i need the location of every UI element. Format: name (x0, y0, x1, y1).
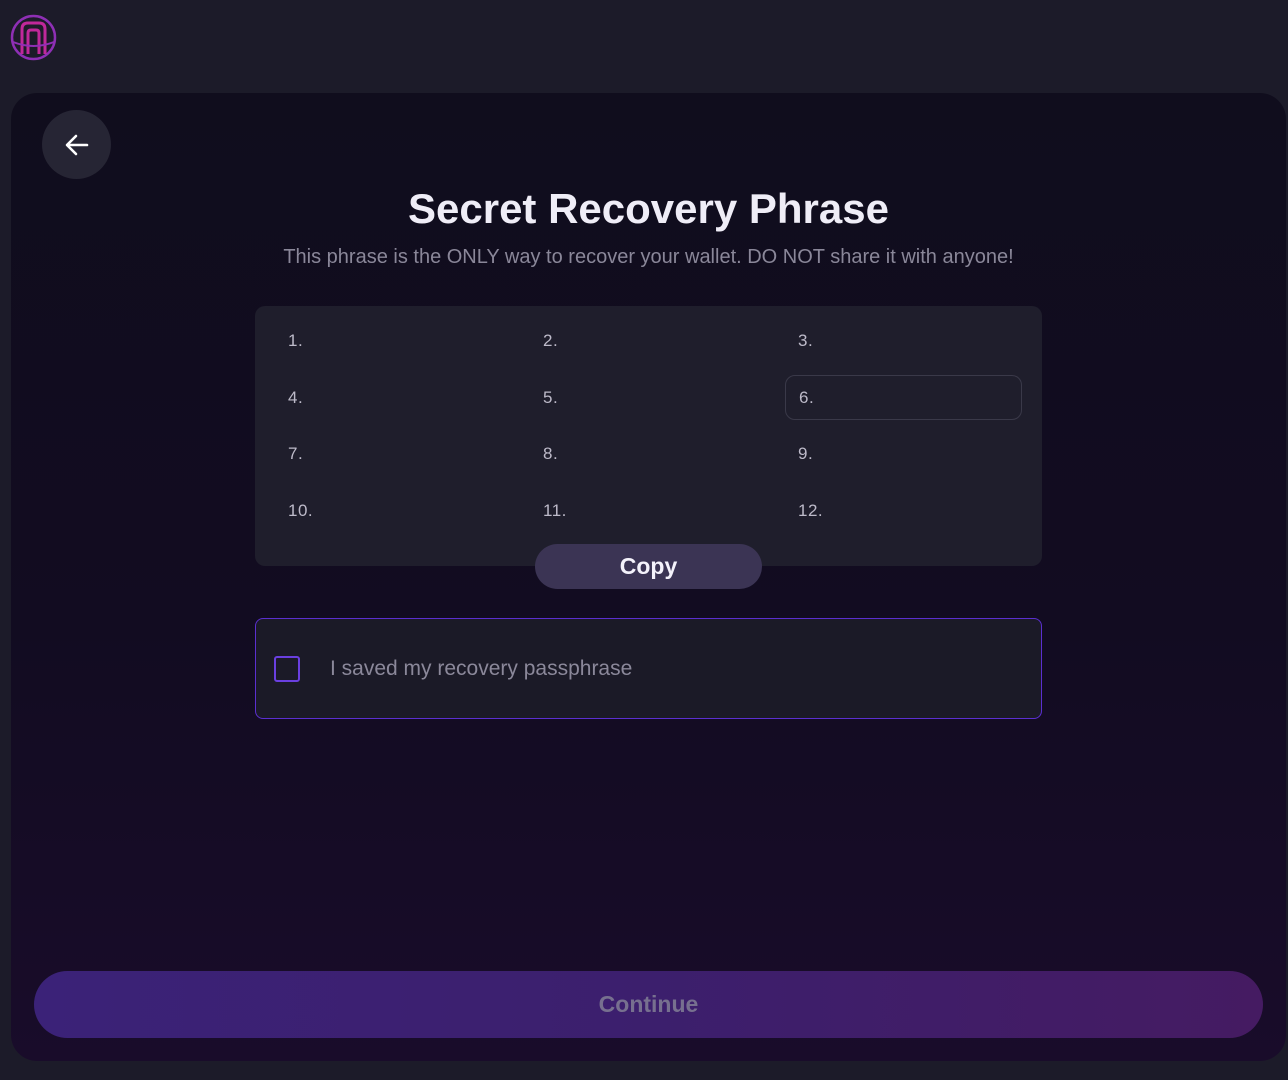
word-number: 2. (543, 330, 559, 350)
back-button[interactable] (42, 110, 111, 179)
phrase-word[interactable]: 7. (275, 431, 512, 476)
word-number: 5. (543, 387, 559, 407)
word-number: 11. (543, 500, 567, 520)
phrase-word[interactable]: 8. (530, 431, 767, 476)
word-number: 7. (288, 443, 304, 463)
main-panel: Secret Recovery Phrase This phrase is th… (11, 93, 1286, 1061)
portal-arch-logo-icon (10, 14, 57, 61)
word-number: 6. (799, 387, 815, 407)
phrase-word[interactable]: 4. (275, 375, 512, 420)
continue-button[interactable]: Continue (34, 971, 1263, 1038)
phrase-word[interactable]: 3. (785, 318, 1022, 363)
word-number: 12. (798, 500, 824, 520)
phrase-word[interactable]: 2. (530, 318, 767, 363)
copy-button[interactable]: Copy (535, 544, 762, 589)
phrase-word-focused[interactable]: 6. (785, 375, 1022, 420)
word-number: 8. (543, 443, 559, 463)
phrase-word[interactable]: 1. (275, 318, 512, 363)
saved-confirmation[interactable]: I saved my recovery passphrase (255, 618, 1042, 719)
word-number: 1. (288, 330, 304, 350)
arrow-left-icon (65, 134, 88, 155)
top-bar (0, 0, 1288, 86)
word-number: 9. (798, 443, 814, 463)
saved-checkbox-label: I saved my recovery passphrase (330, 656, 633, 680)
word-number: 10. (288, 500, 314, 520)
phrase-word[interactable]: 9. (785, 431, 1022, 476)
word-number: 3. (798, 330, 814, 350)
phrase-word[interactable]: 5. (530, 375, 767, 420)
phrase-word[interactable]: 11. (530, 488, 767, 533)
page-subtitle: This phrase is the ONLY way to recover y… (283, 246, 1014, 268)
saved-checkbox[interactable] (274, 655, 300, 682)
recovery-phrase-grid: 1. 2. 3. 4. 5. 6. 7. 8. 9. 10. 11. 12. (255, 306, 1042, 566)
phrase-word[interactable]: 10. (275, 488, 512, 533)
word-number: 4. (288, 387, 304, 407)
page-title: Secret Recovery Phrase (408, 185, 889, 232)
phrase-word[interactable]: 12. (785, 488, 1022, 533)
